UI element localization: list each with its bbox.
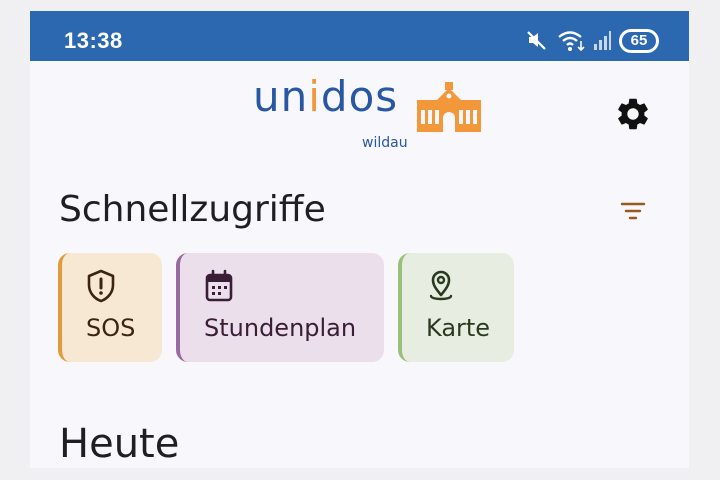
quick-tile-stundenplan[interactable]: Stundenplan — [176, 253, 384, 362]
filter-icon — [620, 202, 646, 220]
status-bar: 13:38 65 — [30, 11, 689, 61]
app-screen: 13:38 65 unidos wildau Schnellzugriffe S… — [30, 11, 689, 468]
filter-button[interactable] — [619, 199, 647, 223]
battery-level: 65 — [622, 32, 656, 50]
logo-wordmark: unidos — [253, 72, 399, 121]
tile-label: Stundenplan — [204, 314, 357, 342]
gear-icon — [618, 98, 648, 130]
mute-icon — [527, 31, 546, 50]
today-title: Heute — [59, 421, 180, 467]
tile-label: SOS — [86, 314, 136, 342]
logo-subtitle: wildau — [362, 135, 408, 151]
quick-access-title: Schnellzugriffe — [59, 189, 326, 230]
map-pin-icon — [429, 270, 453, 301]
unidos-logo: unidos wildau — [253, 72, 493, 156]
battery-icon: 65 — [619, 29, 659, 53]
quick-tile-sos[interactable]: SOS — [58, 253, 162, 362]
signal-icon — [594, 31, 611, 50]
status-time: 13:38 — [64, 28, 123, 53]
tile-label: Karte — [426, 314, 491, 342]
shield-alert-icon — [87, 269, 115, 303]
settings-button[interactable] — [614, 95, 652, 133]
quick-tile-karte[interactable]: Karte — [398, 253, 514, 362]
wifi-icon — [558, 31, 585, 52]
building-icon — [417, 82, 481, 132]
calendar-icon — [205, 269, 233, 302]
